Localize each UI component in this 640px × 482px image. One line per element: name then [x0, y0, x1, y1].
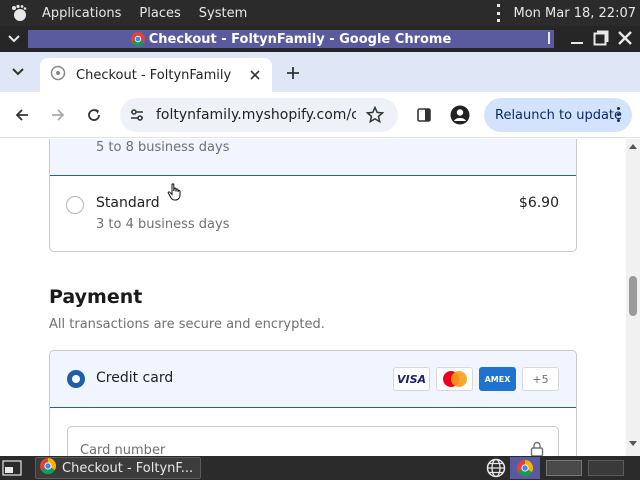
shipping-option-standard[interactable]: Standard 3 to 4 business days $6.90: [50, 177, 576, 252]
window-title: Checkout - FoltynFamily - Google Chrome: [148, 31, 452, 47]
window-menu-icon[interactable]: [0, 35, 28, 43]
top-panel: Applications Places System Mon Mar 18, 2…: [0, 0, 640, 26]
back-button[interactable]: [10, 103, 34, 127]
address-bar[interactable]: foltynfamily.myshopify.com/c...: [120, 98, 398, 132]
side-panel-button[interactable]: [412, 103, 436, 127]
taskbar-chrome-window[interactable]: Checkout - FoltynF...: [35, 457, 201, 479]
workspace-1[interactable]: [546, 460, 582, 476]
panel-handle-icon: [492, 4, 506, 22]
side-panel-icon: [417, 108, 431, 122]
chrome-icon: [130, 32, 145, 46]
network-globe-icon[interactable]: [486, 458, 506, 478]
visa-logo: VISA: [393, 367, 430, 391]
bottom-taskbar: Checkout - FoltynF...: [0, 456, 640, 480]
bookmark-star-icon[interactable]: [365, 105, 385, 124]
arrow-left-icon: [15, 109, 28, 121]
standard-radio[interactable]: [66, 196, 84, 214]
scroll-down-icon[interactable]: [629, 441, 637, 447]
more-brands-badge[interactable]: +5: [522, 367, 559, 391]
payment-option-credit-card[interactable]: Credit card VISA AMEX +5: [50, 351, 576, 408]
reload-icon: [88, 109, 100, 121]
tab-title: Checkout - FoltynFamily: [76, 67, 232, 83]
show-desktop-icon[interactable]: [2, 459, 24, 477]
tray-chrome-icon[interactable]: [510, 457, 540, 479]
workspace-2[interactable]: [588, 460, 624, 476]
avatar-icon: [450, 105, 470, 125]
maximize-button[interactable]: [592, 29, 610, 47]
standard-price: $6.90: [518, 195, 559, 211]
credit-card-radio[interactable]: [67, 370, 85, 388]
standard-delivery-time: 3 to 4 business days: [96, 217, 230, 232]
amex-logo: AMEX: [479, 367, 516, 391]
hand-cursor-icon: [167, 183, 183, 205]
new-tab-button[interactable]: [282, 62, 304, 84]
browser-toolbar: foltynfamily.myshopify.com/c... Relaunch…: [0, 92, 640, 138]
mastercard-logo: [436, 367, 473, 391]
shipping-option-express[interactable]: 5 to 8 business days: [50, 139, 576, 176]
standard-name: Standard: [96, 195, 160, 211]
globe-favicon-icon: [50, 65, 66, 85]
minimize-button[interactable]: [568, 29, 586, 47]
chevron-down-icon: [12, 68, 24, 76]
relaunch-to-update-button[interactable]: Relaunch to update: [484, 98, 632, 132]
scroll-up-icon[interactable]: [629, 143, 637, 149]
lock-icon: [530, 441, 544, 456]
express-delivery-time: 5 to 8 business days: [96, 140, 230, 155]
arrow-right-icon: [52, 109, 65, 121]
tab-strip: Checkout - FoltynFamily: [0, 52, 640, 92]
forward-button[interactable]: [46, 103, 70, 127]
tab-checkout[interactable]: Checkout - FoltynFamily: [40, 58, 272, 92]
window-titlebar: Checkout - FoltynFamily - Google Chrome: [0, 26, 640, 52]
card-number-placeholder: Card number: [80, 443, 166, 456]
profile-button[interactable]: [448, 103, 472, 127]
menu-system[interactable]: System: [193, 6, 253, 21]
more-menu-icon[interactable]: [617, 107, 620, 122]
chrome-icon: [40, 458, 57, 478]
shipping-methods: 5 to 8 business days Standard 3 to 4 bus…: [49, 139, 577, 252]
reload-button[interactable]: [82, 103, 106, 127]
card-number-input[interactable]: Card number: [67, 426, 559, 456]
site-info-icon[interactable]: [128, 106, 146, 124]
payment-methods: Credit card VISA AMEX +5 Card number: [49, 350, 577, 456]
payment-subtitle: All transactions are secure and encrypte…: [49, 317, 325, 332]
tab-search-button[interactable]: [0, 52, 36, 92]
menu-places[interactable]: Places: [133, 6, 186, 21]
credit-card-label: Credit card: [96, 370, 174, 386]
close-button[interactable]: [616, 29, 634, 47]
page-scrollbar[interactable]: [626, 139, 640, 456]
window-title-box: Checkout - FoltynFamily - Google Chrome: [28, 30, 554, 48]
menu-applications[interactable]: Applications: [36, 6, 127, 21]
close-tab-icon[interactable]: [244, 64, 266, 86]
clock[interactable]: Mon Mar 18, 22:07: [514, 6, 636, 21]
relaunch-label: Relaunch to update: [495, 107, 623, 123]
minimize-icon[interactable]: [544, 29, 562, 47]
url-text[interactable]: foltynfamily.myshopify.com/c...: [156, 107, 356, 123]
payment-heading: Payment: [49, 286, 143, 308]
card-brand-logos: VISA AMEX +5: [393, 367, 559, 391]
gnome-foot-icon[interactable]: [8, 2, 30, 24]
taskbar-task-label: Checkout - FoltynF...: [62, 460, 194, 476]
plus-icon: [287, 67, 299, 79]
page-viewport: 5 to 8 business days Standard 3 to 4 bus…: [0, 139, 626, 456]
scrollbar-thumb[interactable]: [629, 276, 637, 316]
